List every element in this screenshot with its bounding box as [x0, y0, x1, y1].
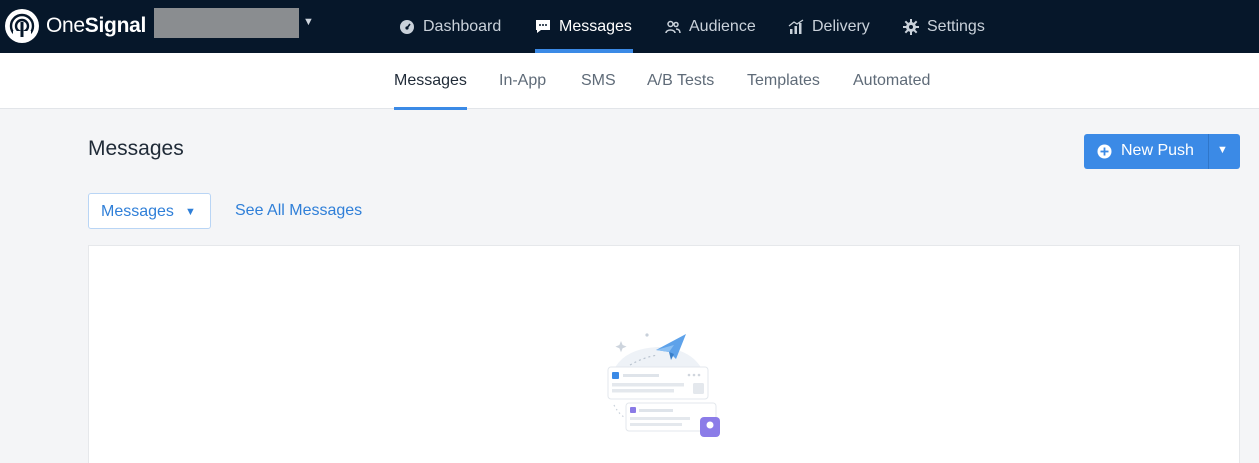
onesignal-logo[interactable]: One Signal — [4, 8, 146, 44]
nav-audience[interactable]: Audience — [665, 0, 756, 53]
nav-delivery[interactable]: Delivery — [788, 0, 870, 53]
chat-bubble-icon — [535, 19, 551, 35]
plus-circle-icon — [1097, 144, 1112, 159]
new-push-label: New Push — [1121, 142, 1194, 159]
onesignal-logo-icon — [5, 9, 39, 43]
nav-dashboard-label: Dashboard — [423, 17, 502, 35]
subtab-sms[interactable]: SMS — [581, 53, 616, 109]
subtab-automated[interactable]: Automated — [853, 53, 930, 109]
gear-icon — [903, 18, 919, 35]
new-push-dropdown-caret-icon[interactable]: ▼ — [1217, 144, 1228, 156]
see-all-messages-link[interactable]: See All Messages — [235, 202, 362, 220]
brand-name-part1: One — [46, 14, 85, 37]
subtab-in-app[interactable]: In-App — [499, 53, 546, 109]
nav-settings-label: Settings — [927, 17, 985, 35]
nav-audience-label: Audience — [689, 17, 756, 35]
nav-dashboard[interactable]: Dashboard — [399, 0, 501, 53]
chevron-down-icon: ▼ — [185, 206, 196, 218]
subtab-automated-label: Automated — [853, 72, 931, 89]
page-title: Messages — [88, 137, 184, 160]
nav-delivery-label: Delivery — [812, 17, 870, 35]
messages-sub-navigation: Messages In-App SMS A/B Tests Templates … — [0, 53, 1259, 110]
message-type-dropdown-label: Messages — [101, 203, 174, 220]
subtab-ab-tests[interactable]: A/B Tests — [647, 53, 714, 109]
subtab-in-app-label: In-App — [499, 72, 547, 89]
nav-settings[interactable]: Settings — [903, 0, 985, 53]
brand-name-part2: Signal — [84, 14, 147, 37]
app-selector-redacted[interactable] — [154, 8, 299, 38]
subtab-ab-tests-label: A/B Tests — [647, 72, 715, 89]
new-push-separator — [1208, 134, 1209, 169]
subtab-active-underline — [394, 107, 467, 110]
top-navigation-bar: One Signal ▼ Dashboard Messages Audience … — [0, 0, 1259, 53]
app-selector-caret-icon[interactable]: ▼ — [303, 16, 314, 28]
dashboard-icon — [399, 19, 415, 35]
subtab-sms-label: SMS — [581, 72, 616, 89]
message-type-dropdown[interactable]: Messages ▼ — [88, 193, 211, 229]
subtab-messages[interactable]: Messages — [394, 53, 467, 110]
people-icon — [665, 19, 681, 35]
nav-messages-label: Messages — [559, 17, 632, 35]
new-push-button[interactable]: New Push ▼ — [1084, 134, 1240, 169]
bar-chart-icon — [788, 18, 804, 35]
brand-name: One Signal — [46, 14, 146, 38]
subtab-templates[interactable]: Templates — [747, 53, 820, 109]
empty-state-illustration — [607, 333, 720, 437]
subtab-messages-label: Messages — [394, 72, 467, 89]
nav-messages[interactable]: Messages — [535, 0, 633, 53]
subtab-templates-label: Templates — [747, 72, 820, 89]
